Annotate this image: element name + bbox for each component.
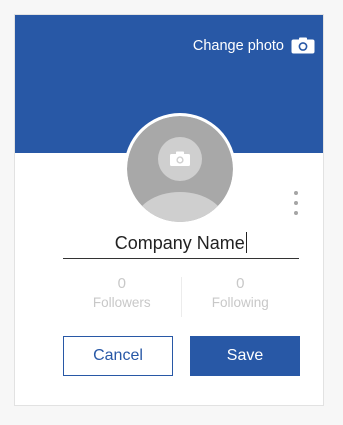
person-silhouette-icon [127,116,233,222]
camera-icon [291,37,315,54]
stat-following: 0 Following [182,275,300,319]
kebab-menu-icon[interactable] [292,191,300,215]
change-photo-button[interactable]: Change photo [193,37,315,54]
page: Change photo Company Name 0 Followers 0 … [0,0,343,425]
followers-count: 0 [117,275,126,292]
cancel-button[interactable]: Cancel [63,336,173,376]
profile-stats: 0 Followers 0 Following [63,275,299,319]
followers-label: Followers [92,295,151,310]
save-button[interactable]: Save [190,336,300,376]
following-count: 0 [236,275,245,292]
stat-followers: 0 Followers [63,275,181,319]
change-photo-label: Change photo [192,37,284,54]
kebab-dot [294,201,298,205]
kebab-dot [294,191,298,195]
company-name-value: Company Name [114,233,245,253]
profile-edit-card: Change photo Company Name 0 Followers 0 … [14,14,324,406]
company-name-input[interactable]: Company Name [63,228,299,259]
avatar[interactable] [124,113,236,225]
following-label: Following [211,295,269,310]
kebab-dot [294,211,298,215]
text-caret [245,232,248,253]
